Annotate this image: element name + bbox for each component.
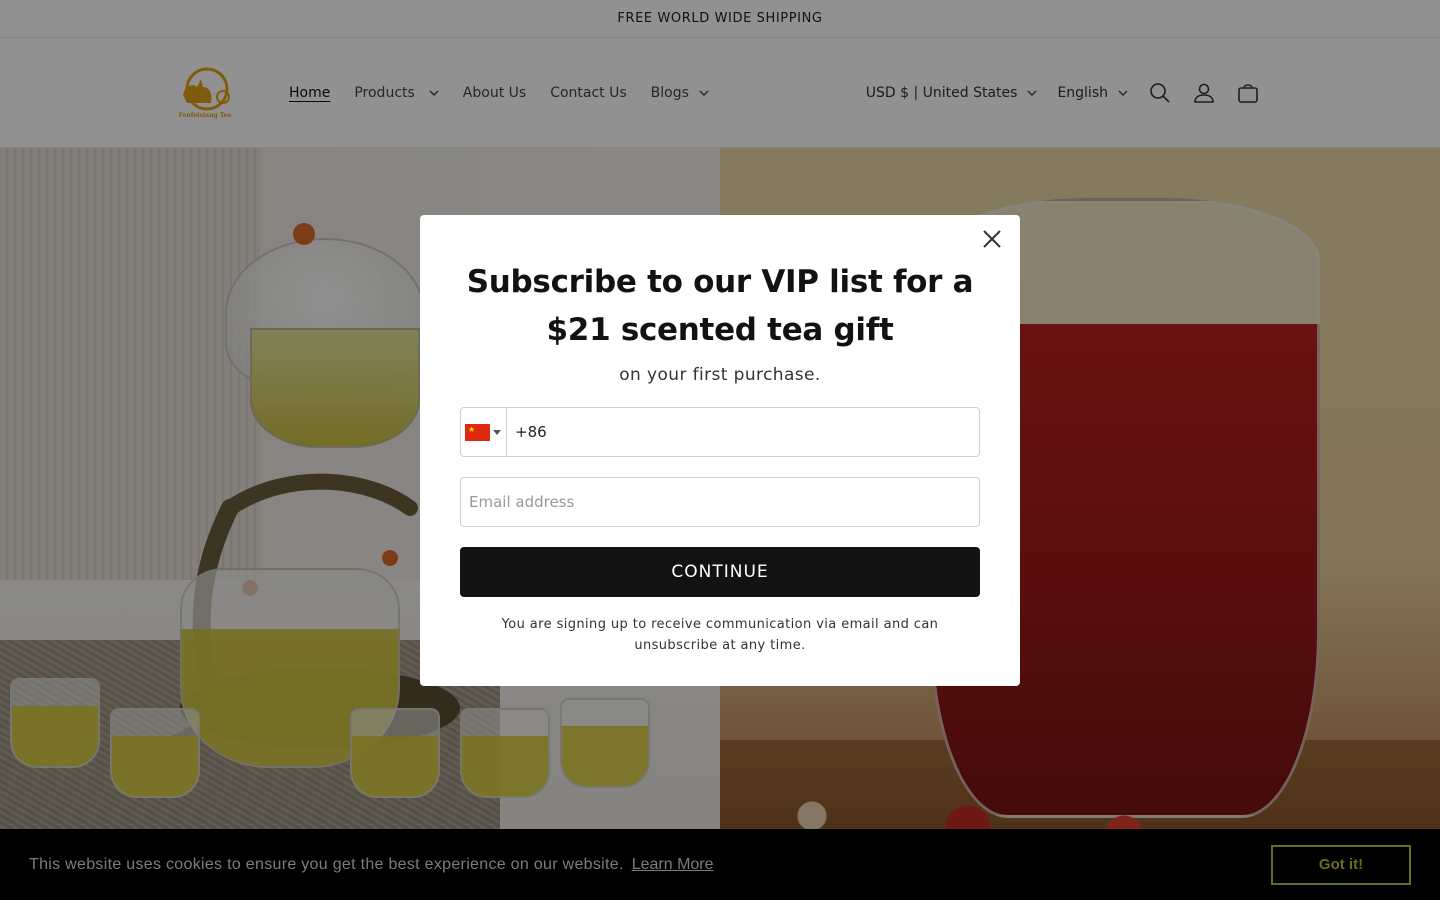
modal-title: Subscribe to our VIP list for a $21 scen… bbox=[466, 264, 974, 348]
accept-cookies-button[interactable]: Got it! bbox=[1271, 844, 1411, 885]
phone-field: ★ bbox=[460, 407, 980, 457]
cookie-banner: This website uses cookies to ensure you … bbox=[0, 829, 1440, 900]
close-button[interactable] bbox=[980, 227, 1004, 251]
continue-button[interactable]: CONTINUE bbox=[460, 547, 980, 597]
phone-input[interactable] bbox=[507, 408, 979, 456]
email-field[interactable] bbox=[461, 478, 979, 526]
country-code-select[interactable]: ★ bbox=[461, 408, 507, 456]
china-flag-icon: ★ bbox=[465, 423, 490, 441]
email-field-wrapper bbox=[460, 477, 980, 527]
cookie-message: This website uses cookies to ensure you … bbox=[29, 855, 624, 873]
subscribe-modal: Subscribe to our VIP list for a $21 scen… bbox=[420, 215, 1020, 686]
modal-subtitle: on your first purchase. bbox=[619, 365, 821, 385]
signup-disclaimer: You are signing up to receive communicat… bbox=[501, 617, 939, 653]
close-icon bbox=[983, 230, 1001, 248]
caret-down-icon bbox=[493, 429, 501, 435]
learn-more-link[interactable]: Learn More bbox=[632, 856, 714, 874]
